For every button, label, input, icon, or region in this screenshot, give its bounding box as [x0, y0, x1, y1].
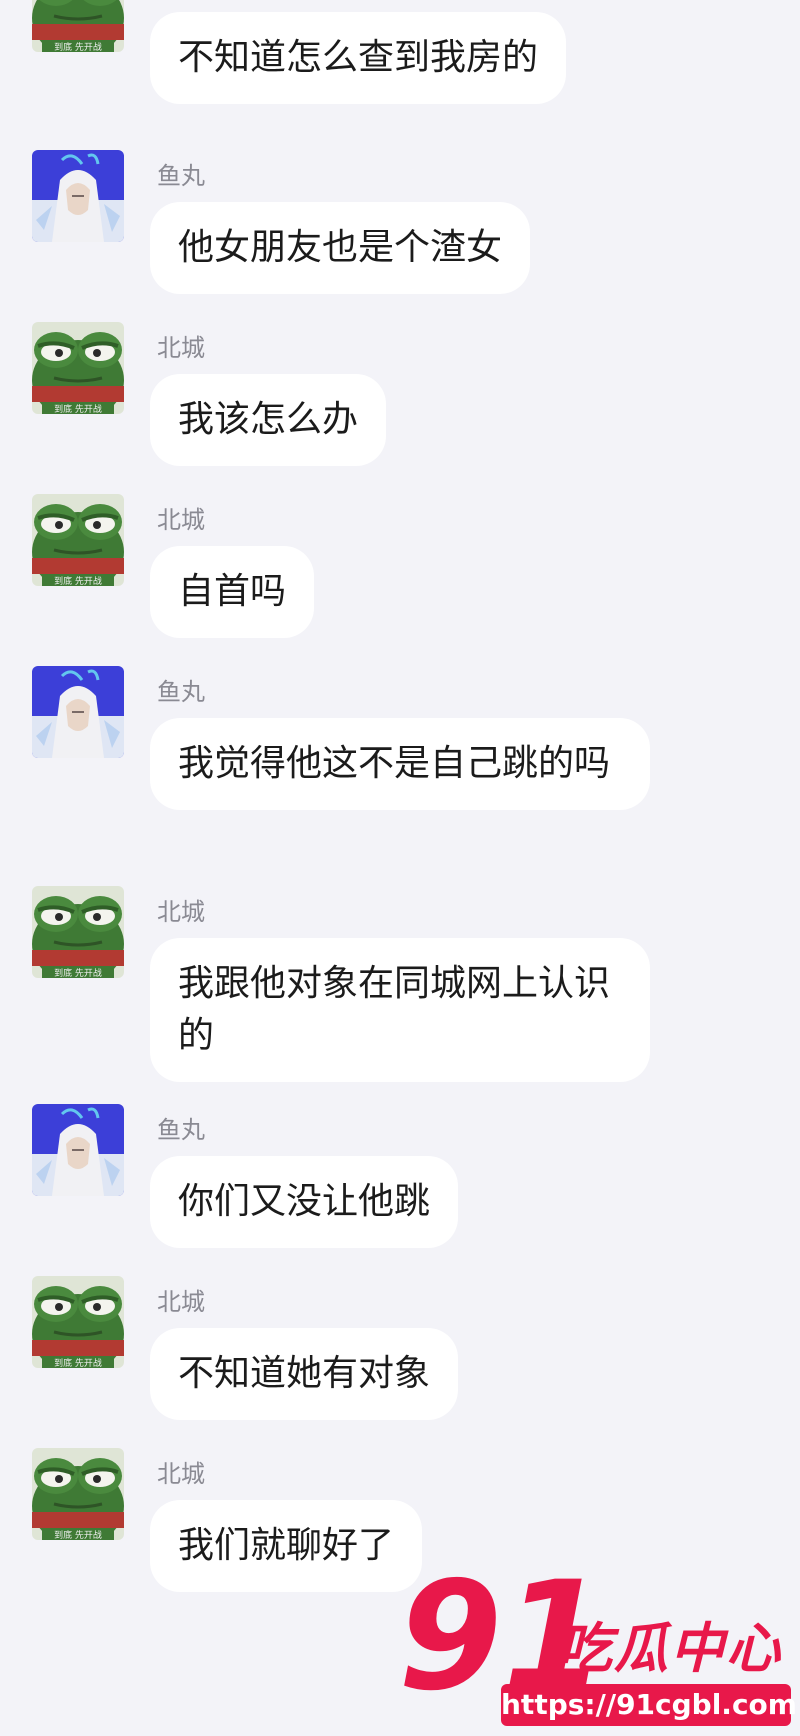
- watermark-url[interactable]: https://91cgbl.com: [501, 1684, 797, 1726]
- watermark-logo: 91 吃瓜中心 https://91cgbl.com: [398, 1568, 800, 1736]
- sender-name: 北城: [157, 1288, 205, 1316]
- sender-name: 北城: [157, 0, 205, 1]
- message-bubble[interactable]: 自首吗: [150, 546, 315, 638]
- message-bubble[interactable]: 不知道怎么查到我房的: [150, 12, 567, 104]
- sender-name: 北城: [157, 1460, 205, 1488]
- sender-name: 鱼丸: [157, 678, 205, 706]
- frog-avatar[interactable]: [32, 886, 124, 978]
- anime-avatar[interactable]: [32, 150, 124, 242]
- message-bubble[interactable]: 他女朋友也是个渣女: [150, 202, 531, 294]
- message-bubble[interactable]: 我跟他对象在同城网上认识的: [150, 938, 650, 1082]
- anime-avatar[interactable]: [32, 666, 124, 758]
- frog-avatar[interactable]: [32, 494, 124, 586]
- frog-avatar[interactable]: [32, 1276, 124, 1368]
- watermark-text: 吃瓜中心: [558, 1617, 782, 1680]
- sender-name: 北城: [157, 334, 205, 362]
- anime-avatar[interactable]: [32, 1104, 124, 1196]
- sender-name: 北城: [157, 506, 205, 534]
- frog-avatar[interactable]: [32, 1448, 124, 1540]
- sender-name: 鱼丸: [157, 162, 205, 190]
- message-bubble[interactable]: 不知道她有对象: [150, 1328, 459, 1420]
- message-bubble[interactable]: 我觉得他这不是自己跳的吗: [150, 718, 650, 810]
- sender-name: 鱼丸: [157, 1116, 205, 1144]
- message-bubble[interactable]: 你们又没让他跳: [150, 1156, 459, 1248]
- frog-avatar[interactable]: [32, 322, 124, 414]
- message-bubble[interactable]: 我该怎么办: [150, 374, 387, 466]
- frog-avatar[interactable]: [32, 0, 124, 52]
- message-bubble[interactable]: 我们就聊好了: [150, 1500, 423, 1592]
- sender-name: 北城: [157, 898, 205, 926]
